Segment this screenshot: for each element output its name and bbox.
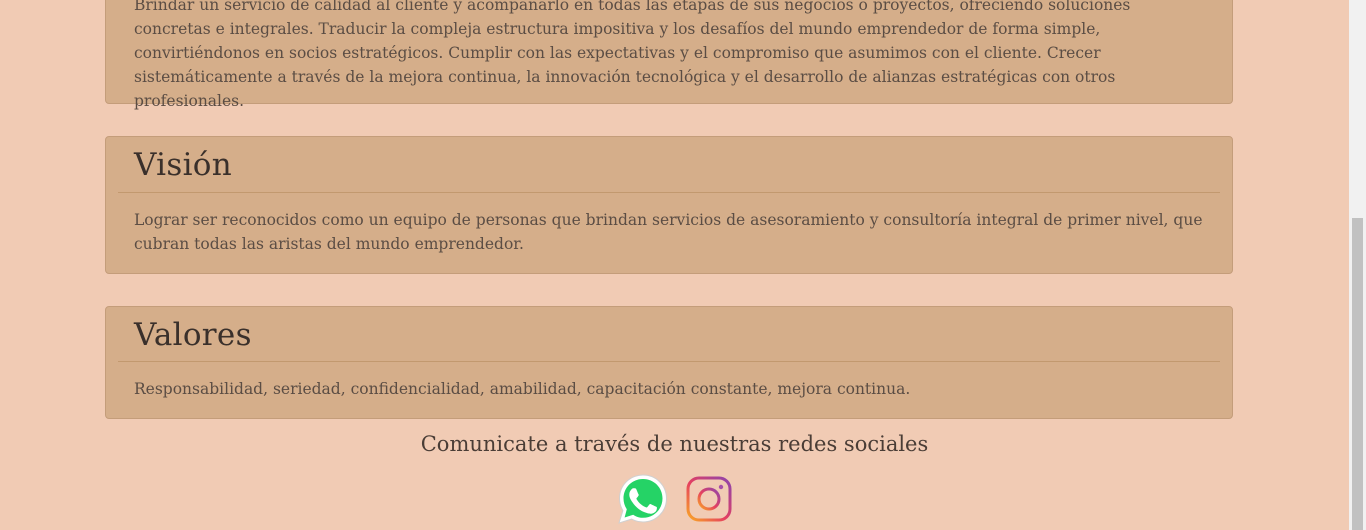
vision-title: Visión [134,147,233,183]
instagram-link[interactable] [685,472,733,528]
instagram-icon [686,476,732,522]
whatsapp-link[interactable] [616,472,670,530]
scrollbar-thumb[interactable] [1352,218,1363,530]
valores-text: Responsabilidad, seriedad, confidenciali… [134,380,911,398]
vision-card: Visión Lograr ser reconocidos como un eq… [105,136,1233,274]
valores-card: Valores Responsabilidad, seriedad, confi… [105,306,1233,419]
social-title: Comunicate a través de nuestras redes so… [420,432,929,456]
mision-text: Brindar un servicio de calidad al client… [134,0,1131,110]
social-icons [0,472,1349,530]
vision-text: Lograr ser reconocidos como un equipo de… [134,211,1203,253]
valores-title: Valores [134,317,252,353]
page: Brindar un servicio de calidad al client… [0,0,1349,530]
whatsapp-icon [618,474,667,524]
mision-card: Brindar un servicio de calidad al client… [105,0,1233,110]
page-scrollbar[interactable] [1349,0,1366,530]
